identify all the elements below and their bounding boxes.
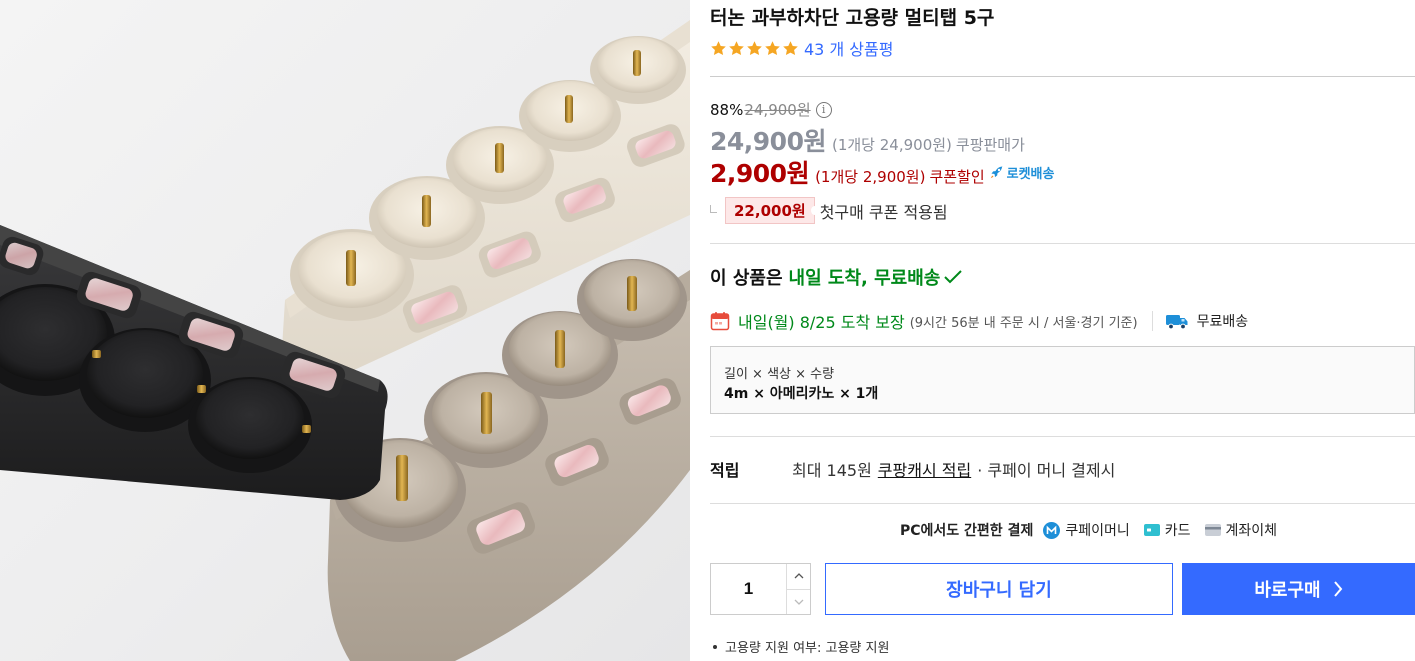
quantity-decrease-button[interactable] bbox=[787, 588, 810, 615]
attribute-text: 고용량 지원 여부: 고용량 지원 bbox=[725, 641, 890, 656]
coupay-money-icon bbox=[1043, 521, 1061, 539]
coupon-price-type: 쿠폰할인 bbox=[929, 168, 985, 186]
payment-method-label: 쿠페이머니 bbox=[1065, 523, 1130, 539]
sale-price-type: 쿠팡판매가 bbox=[955, 136, 1025, 154]
info-icon[interactable]: i bbox=[815, 101, 832, 118]
buy-now-button[interactable]: 바로구매 bbox=[1182, 563, 1415, 615]
option-label: 길이 × 색상 × 수량 bbox=[724, 367, 835, 382]
review-count-link[interactable]: 43 개 상품평 bbox=[804, 36, 893, 60]
option-value: 4m × 아메리카노 × 1개 bbox=[724, 386, 879, 402]
check-icon bbox=[944, 270, 963, 284]
first-coupon-row: 22,000원 첫구매 쿠폰 적용됨 bbox=[710, 197, 948, 224]
coupon-unit-price: (1개당 2,900원) bbox=[815, 168, 926, 186]
free-shipping-label: 무료배송 bbox=[1196, 314, 1249, 330]
chevron-down-icon bbox=[794, 599, 803, 605]
bank-transfer-icon bbox=[1204, 524, 1221, 536]
delivery-headline-highlight: 내일 도착, 무료배송 bbox=[788, 268, 941, 289]
chevron-up-icon bbox=[794, 573, 803, 579]
product-info-panel: 터논 과부하차단 고용량 멀티탭 5구 43 개 상품평 88% 24,900원… bbox=[710, 0, 1415, 661]
coupon-price-row: 2,900원 (1개당 2,900원) 쿠폰할인 로켓배송 bbox=[710, 154, 1054, 190]
payment-method-label: 계좌이체 bbox=[1225, 523, 1278, 539]
sale-unit-price: (1개당 24,900원) bbox=[831, 136, 952, 154]
corner-mark bbox=[710, 204, 717, 213]
cashback-condition: · 쿠페이 머니 결제시 bbox=[977, 461, 1116, 480]
chevron-right-icon bbox=[1333, 581, 1342, 597]
rocket-delivery-label: 로켓배송 bbox=[1006, 166, 1055, 182]
delivery-headline-prefix: 이 상품은 bbox=[710, 268, 783, 289]
discount-rate: 88% bbox=[710, 100, 744, 119]
arrival-condition: (9시간 56분 내 주문 시 / 서울·경기 기준) bbox=[909, 315, 1138, 331]
original-price: 24,900원 bbox=[744, 101, 811, 119]
star-icon bbox=[729, 40, 744, 55]
sale-price-row: 24,900원 (1개당 24,900원) 쿠팡판매가 bbox=[710, 122, 1025, 158]
payment-method-label: 카드 bbox=[1164, 523, 1191, 539]
first-coupon-text: 첫구매 쿠폰 적용됨 bbox=[819, 202, 948, 222]
quantity-arrows bbox=[786, 564, 810, 614]
cashback-row: 적립 최대 145원 쿠팡캐시 적립 · 쿠페이 머니 결제시 bbox=[710, 457, 1115, 481]
divider bbox=[710, 436, 1415, 437]
rocket-delivery-badge: 로켓배송 bbox=[989, 163, 1055, 182]
divider bbox=[1151, 311, 1153, 331]
star-rating bbox=[710, 40, 800, 57]
first-coupon-chip: 22,000원 bbox=[725, 197, 818, 224]
calendar-icon bbox=[710, 312, 730, 331]
divider bbox=[710, 503, 1415, 504]
product-photo bbox=[0, 20, 690, 661]
divider bbox=[710, 76, 1415, 77]
quantity-increase-button[interactable] bbox=[787, 564, 810, 589]
product-image[interactable] bbox=[0, 0, 690, 661]
payment-coupay-money: 쿠페이머니 bbox=[1043, 520, 1130, 540]
payment-bank-transfer: 계좌이체 bbox=[1204, 520, 1278, 540]
coupang-cash-link[interactable]: 쿠팡캐시 적립 bbox=[878, 457, 971, 481]
delivery-headline: 이 상품은 내일 도착, 무료배송 bbox=[710, 264, 963, 290]
buy-now-label: 바로구매 bbox=[1254, 580, 1321, 601]
cashback-label: 적립 bbox=[710, 461, 740, 480]
payment-methods-row: PC에서도 간편한 결제 쿠페이머니 카드 계좌이체 bbox=[900, 520, 1291, 540]
sale-price: 24,900원 bbox=[710, 127, 826, 156]
product-attribute-item: 고용량 지원 여부: 고용량 지원 bbox=[710, 637, 889, 656]
quantity-input[interactable] bbox=[711, 564, 786, 614]
star-icon bbox=[747, 40, 762, 55]
star-icon bbox=[711, 40, 726, 55]
discount-row: 88% 24,900원 i bbox=[710, 99, 832, 120]
divider bbox=[710, 243, 1415, 244]
arrival-date: 내일(월) 8/25 도착 보장 bbox=[738, 313, 905, 332]
coupon-price: 2,900원 bbox=[710, 159, 810, 188]
option-selector[interactable]: 길이 × 색상 × 수량 4m × 아메리카노 × 1개 bbox=[710, 346, 1415, 414]
rating-row[interactable]: 43 개 상품평 bbox=[710, 37, 893, 59]
rocket-icon bbox=[990, 166, 1003, 179]
card-icon bbox=[1143, 524, 1160, 536]
quantity-stepper bbox=[710, 563, 811, 615]
cashback-amount: 최대 145원 bbox=[792, 461, 872, 480]
bullet bbox=[713, 644, 717, 649]
star-icon bbox=[783, 40, 798, 55]
payment-card: 카드 bbox=[1143, 520, 1191, 540]
truck-icon bbox=[1165, 315, 1188, 330]
star-icon bbox=[765, 40, 780, 55]
product-title: 터논 과부하차단 고용량 멀티탭 5구 bbox=[710, 7, 995, 29]
arrival-row: 내일(월) 8/25 도착 보장 (9시간 56분 내 주문 시 / 서울·경기… bbox=[710, 309, 1248, 333]
add-to-cart-button[interactable]: 장바구니 담기 bbox=[825, 563, 1173, 615]
payment-title: PC에서도 간편한 결제 bbox=[900, 523, 1034, 539]
